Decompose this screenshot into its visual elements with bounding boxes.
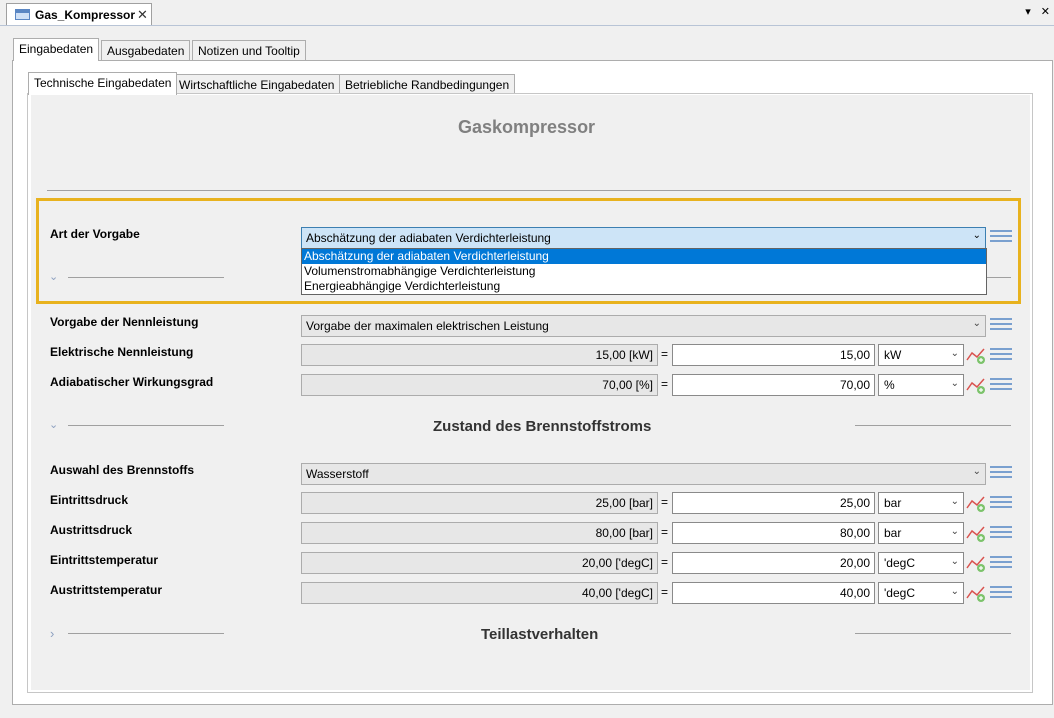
chevron-down-icon[interactable]: ⌄ (49, 418, 58, 431)
row-label: Eintrittstemperatur (50, 553, 159, 567)
list-icon[interactable] (990, 555, 1012, 571)
document-tab-strip (0, 0, 1054, 26)
list-icon[interactable] (990, 525, 1012, 541)
readonly-value: 20,00 ['degC] (301, 552, 658, 574)
chevron-down-icon: ⌄ (950, 496, 959, 507)
unit-select[interactable]: 'degC ⌄ (878, 582, 964, 604)
row-label: Elektrische Nennleistung (50, 345, 194, 359)
document-tab-title: Gas_Kompressor (35, 8, 136, 22)
tab-technische-eingabedaten[interactable]: Technische Eingabedaten (28, 72, 178, 95)
vorgabe-nennleistung-label: Vorgabe der Nennleistung (50, 315, 199, 329)
row-label: Eintrittsdruck (50, 493, 129, 507)
chevron-down-icon: ⌄ (950, 348, 959, 359)
tab-wirtschaftliche-eingabedaten[interactable]: Wirtschaftliche Eingabedaten (173, 74, 341, 95)
unit-select[interactable]: 'degC ⌄ (878, 552, 964, 574)
unit-value: 'degC (884, 586, 915, 600)
readonly-value: 25,00 [bar] (301, 492, 658, 514)
equals-sign: = (661, 377, 669, 391)
divider (855, 633, 1011, 634)
value-input[interactable]: 20,00 (672, 552, 875, 574)
readonly-value: 40,00 ['degC] (301, 582, 658, 604)
row-label: Austrittstemperatur (50, 583, 163, 597)
unit-select[interactable]: bar ⌄ (878, 492, 964, 514)
chevron-down-icon: ⌄ (972, 318, 981, 329)
list-icon[interactable] (990, 465, 1012, 481)
unit-value: 'degC (884, 556, 915, 570)
list-icon[interactable] (990, 317, 1012, 333)
readonly-value: 15,00 [kW] (301, 344, 658, 366)
chevron-down-icon: ⌄ (950, 378, 959, 389)
equals-sign: = (661, 525, 669, 539)
chevron-down-icon: ⌄ (950, 526, 959, 537)
brennstoff-select[interactable]: Wasserstoff ⌄ (301, 463, 986, 485)
value-input[interactable]: 15,00 (672, 344, 875, 366)
equals-sign: = (661, 347, 669, 361)
divider (68, 633, 224, 634)
art-der-vorgabe-dropdown-list: Abschätzung der adiabaten Verdichterleis… (301, 248, 987, 295)
unit-value: % (884, 378, 895, 392)
section-title-teillast: Teillastverhalten (481, 626, 599, 643)
dropdown-option[interactable]: Abschätzung der adiabaten Verdichterleis… (302, 249, 986, 264)
window-icon (15, 9, 30, 20)
dropdown-menu-icon[interactable]: ▾ (1025, 6, 1031, 18)
page-title: Gaskompressor (458, 117, 596, 137)
chart-edit-icon[interactable] (966, 584, 988, 602)
brennstoff-value: Wasserstoff (306, 467, 369, 481)
list-icon[interactable] (990, 347, 1012, 363)
chart-edit-icon[interactable] (966, 524, 988, 542)
chevron-down-icon: ⌄ (950, 586, 959, 597)
unit-value: bar (884, 496, 902, 510)
tab-betriebliche-randbedingungen[interactable]: Betriebliche Randbedingungen (339, 74, 516, 95)
dropdown-option[interactable]: Volumenstromabhängige Verdichterleistung (302, 264, 986, 279)
divider (47, 190, 1011, 191)
readonly-value: 70,00 [%] (301, 374, 658, 396)
document-tab[interactable]: Gas_Kompressor ✕ (6, 3, 152, 25)
unit-select[interactable]: % ⌄ (878, 374, 964, 396)
window-close-icon[interactable]: ✕ (1041, 6, 1050, 18)
chevron-right-icon[interactable]: › (50, 626, 54, 641)
chart-edit-icon[interactable] (966, 376, 988, 394)
chevron-down-icon: ⌄ (972, 466, 981, 477)
chevron-down-icon: ⌄ (950, 556, 959, 567)
window-controls: ▾ ✕ (1018, 5, 1050, 18)
readonly-value: 80,00 [bar] (301, 522, 658, 544)
value-input[interactable]: 70,00 (672, 374, 875, 396)
equals-sign: = (661, 555, 669, 569)
divider (855, 425, 1011, 426)
vorgabe-nennleistung-select[interactable]: Vorgabe der maximalen elektrischen Leist… (301, 315, 986, 337)
tab-notizen[interactable]: Notizen und Tooltip (192, 40, 306, 61)
dropdown-option[interactable]: Energieabhängige Verdichterleistung (302, 279, 986, 294)
row-label: Austrittsdruck (50, 523, 133, 537)
brennstoff-label: Auswahl des Brennstoffs (50, 463, 195, 477)
tab-ausgabedaten[interactable]: Ausgabedaten (101, 40, 191, 61)
list-icon[interactable] (990, 495, 1012, 511)
tab-eingabedaten[interactable]: Eingabedaten (13, 38, 100, 61)
row-label: Adiabatischer Wirkungsgrad (50, 375, 214, 389)
vorgabe-nennleistung-value: Vorgabe der maximalen elektrischen Leist… (306, 319, 549, 333)
close-icon[interactable]: ✕ (137, 7, 148, 23)
chart-edit-icon[interactable] (966, 494, 988, 512)
value-input[interactable]: 80,00 (672, 522, 875, 544)
equals-sign: = (661, 495, 669, 509)
divider (68, 425, 224, 426)
section-title-brennstoff: Zustand des Brennstoffstroms (433, 418, 652, 435)
unit-value: bar (884, 526, 902, 540)
equals-sign: = (661, 585, 669, 599)
unit-select[interactable]: bar ⌄ (878, 522, 964, 544)
unit-value: kW (884, 348, 902, 362)
unit-select[interactable]: kW ⌄ (878, 344, 964, 366)
list-icon[interactable] (990, 585, 1012, 601)
value-input[interactable]: 25,00 (672, 492, 875, 514)
list-icon[interactable] (990, 377, 1012, 393)
chart-edit-icon[interactable] (966, 554, 988, 572)
value-input[interactable]: 40,00 (672, 582, 875, 604)
chart-edit-icon[interactable] (966, 346, 988, 364)
